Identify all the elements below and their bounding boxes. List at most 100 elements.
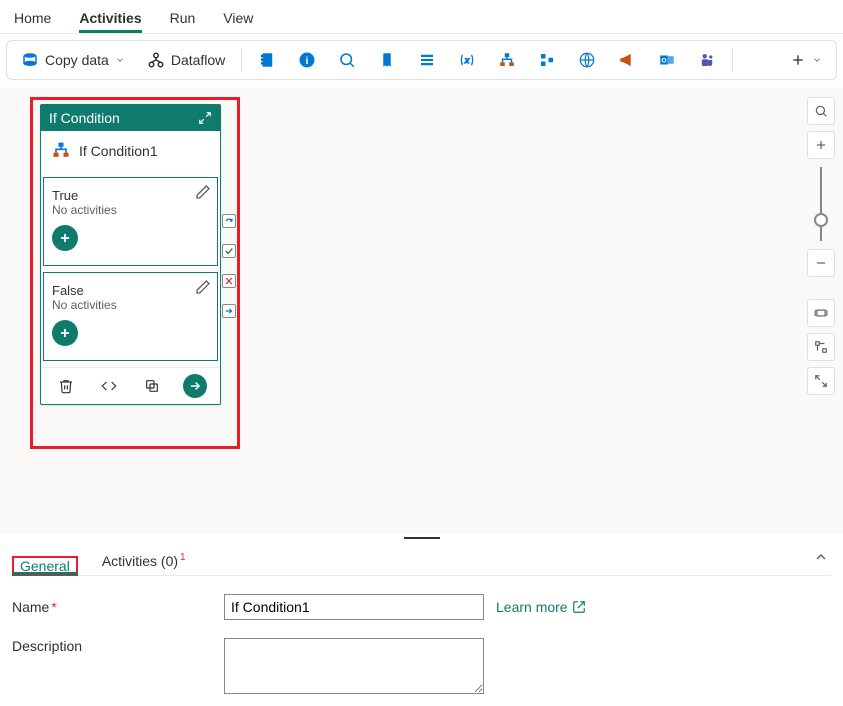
info-button[interactable]: i (290, 47, 324, 73)
auto-layout-button[interactable] (807, 333, 835, 361)
activity-footer (41, 367, 220, 404)
tab-general[interactable]: General (12, 556, 78, 576)
ifcondition-tool-button[interactable] (490, 47, 524, 73)
chat-button[interactable] (610, 47, 644, 73)
add-true-activity[interactable] (52, 225, 78, 251)
description-textarea[interactable] (224, 638, 484, 694)
properties-panel: General Activities (0)1 Name* Learn more… (0, 541, 843, 706)
pencil-icon[interactable] (195, 184, 211, 200)
activity-header: If Condition (41, 105, 220, 131)
port-completion-icon[interactable] (222, 304, 236, 318)
port-fail-icon[interactable] (222, 274, 236, 288)
fit-screen-button[interactable] (807, 299, 835, 327)
svg-text:x: x (464, 56, 470, 65)
panel-collapse-button[interactable] (813, 549, 829, 568)
activity-instance-name: If Condition1 (79, 143, 158, 159)
top-tabs: Home Activities Run View (0, 0, 843, 34)
delete-button[interactable] (54, 374, 78, 398)
activity-header-title: If Condition (49, 110, 120, 126)
outlook-button[interactable]: O (650, 47, 684, 73)
code-button[interactable] (97, 374, 121, 398)
tab-view[interactable]: View (223, 4, 253, 32)
align-icon (538, 51, 556, 69)
web-button[interactable] (570, 47, 604, 73)
tab-home[interactable]: Home (14, 4, 51, 32)
tab-activities-count[interactable]: Activities (0)1 (100, 547, 186, 575)
teams-icon (698, 51, 716, 69)
script-button[interactable] (370, 47, 404, 73)
false-branch-sub: No activities (52, 298, 209, 312)
learn-more-label: Learn more (496, 599, 568, 615)
outlook-icon: O (658, 51, 676, 69)
tab-activities[interactable]: Activities (79, 4, 141, 32)
add-false-activity[interactable] (52, 320, 78, 346)
run-button[interactable] (183, 374, 207, 398)
toolbar-divider (241, 49, 242, 71)
tab-activities-badge: 1 (180, 552, 186, 563)
false-branch[interactable]: False No activities (43, 272, 218, 361)
plus-icon (790, 52, 806, 68)
toolbar-divider-2 (732, 49, 733, 71)
magnifier-icon (338, 51, 356, 69)
script-icon (378, 51, 396, 69)
activity-port-icons (222, 214, 236, 318)
info-icon: i (298, 51, 316, 69)
port-success-icon[interactable] (222, 244, 236, 258)
zoom-out-button[interactable] (807, 249, 835, 277)
toolbar: Copy data Dataflow i x O (6, 40, 837, 80)
tab-run[interactable]: Run (170, 4, 196, 32)
copy-data-label: Copy data (45, 52, 109, 68)
search-activity-button[interactable] (330, 47, 364, 73)
expand-icon[interactable] (198, 111, 212, 125)
variable-button[interactable]: x (450, 47, 484, 73)
chevron-down-icon (812, 55, 822, 65)
zoom-thumb[interactable] (814, 213, 828, 227)
variable-icon: x (458, 51, 476, 69)
true-branch-sub: No activities (52, 203, 209, 217)
true-branch-title: True (52, 188, 209, 203)
list-icon (418, 51, 436, 69)
pencil-icon[interactable] (195, 279, 211, 295)
notebook-icon (258, 51, 276, 69)
activity-title-row: If Condition1 (41, 131, 220, 171)
properties-tabs: General Activities (0)1 (12, 547, 831, 576)
toolbar-container: Copy data Dataflow i x O (0, 34, 843, 87)
canvas-search-button[interactable] (807, 97, 835, 125)
learn-more-link[interactable]: Learn more (496, 599, 586, 615)
name-input[interactable] (224, 594, 484, 620)
name-row: Name* Learn more (12, 594, 831, 620)
globe-icon (578, 51, 596, 69)
description-label: Description (12, 638, 82, 654)
if-condition-activity[interactable]: If Condition If Condition1 True No activ… (40, 104, 221, 405)
canvas-tools (807, 97, 835, 395)
pipeline-canvas[interactable]: If Condition If Condition1 True No activ… (0, 87, 843, 535)
description-row: Description (12, 638, 831, 694)
svg-text:O: O (662, 57, 667, 64)
true-branch[interactable]: True No activities (43, 177, 218, 266)
copy-button[interactable] (140, 374, 164, 398)
external-link-icon (572, 600, 586, 614)
port-skip-icon[interactable] (222, 214, 236, 228)
required-indicator: * (51, 599, 56, 615)
dataflow-button[interactable]: Dataflow (139, 47, 233, 73)
collapse-canvas-button[interactable] (807, 367, 835, 395)
chevron-down-icon (115, 55, 125, 65)
notebook-button[interactable] (250, 47, 284, 73)
false-branch-title: False (52, 283, 209, 298)
teams-button[interactable] (690, 47, 724, 73)
database-icon (21, 51, 39, 69)
megaphone-icon (618, 51, 636, 69)
add-more-button[interactable] (782, 48, 830, 72)
zoom-slider[interactable] (820, 167, 822, 241)
align-button[interactable] (530, 47, 564, 73)
if-condition-icon (498, 51, 516, 69)
if-condition-icon (51, 141, 71, 161)
dataflow-branch-icon (147, 51, 165, 69)
zoom-in-button[interactable] (807, 131, 835, 159)
dataflow-label: Dataflow (171, 52, 225, 68)
svg-text:i: i (306, 55, 309, 67)
list-button[interactable] (410, 47, 444, 73)
copy-data-button[interactable]: Copy data (13, 47, 133, 73)
name-label: Name (12, 599, 49, 615)
tab-activities-count-label: Activities (0) (102, 553, 178, 569)
